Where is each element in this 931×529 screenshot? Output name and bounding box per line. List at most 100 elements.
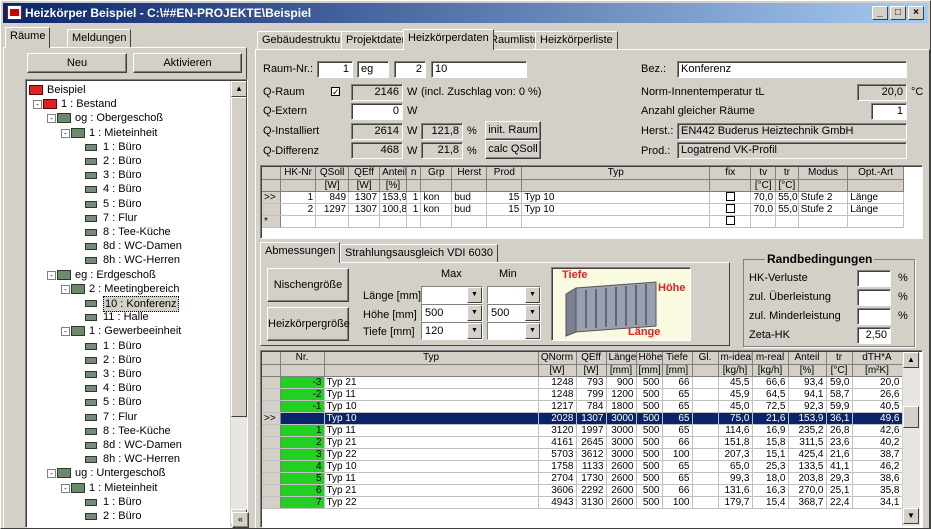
tree-node[interactable]: - 1 : Bestand xyxy=(27,97,227,111)
row-indicator[interactable] xyxy=(262,388,281,401)
list-cell[interactable]: 3612 xyxy=(576,448,607,461)
list-cell[interactable]: 133,5 xyxy=(788,460,827,473)
list-cell[interactable]: 25,1 xyxy=(826,484,853,497)
nischengroesse-button[interactable]: Nischengröße xyxy=(267,268,349,302)
hk-cell[interactable] xyxy=(486,215,523,228)
list-nr-cell[interactable]: 4 xyxy=(280,460,325,473)
list-cell[interactable]: 16,3 xyxy=(752,484,789,497)
list-cell[interactable]: 15,1 xyxy=(752,448,789,461)
list-cell[interactable]: 38,7 xyxy=(852,448,903,461)
minimize-button[interactable]: _ xyxy=(872,6,888,20)
list-cell[interactable]: 207,3 xyxy=(718,448,753,461)
tab-heizkörperdaten[interactable]: Heizkörperdaten xyxy=(403,29,494,50)
tiefe-max-select[interactable]: 120 ▼ xyxy=(421,322,483,340)
list-cell[interactable]: 4161 xyxy=(538,436,577,449)
hk-cell[interactable]: 15 xyxy=(486,203,523,216)
tree-expander-icon[interactable]: - xyxy=(61,128,70,138)
list-cell[interactable]: Typ 11 xyxy=(324,388,539,401)
list-cell[interactable]: 65,0 xyxy=(718,460,753,473)
hk-cell[interactable] xyxy=(420,215,453,228)
list-cell[interactable]: 65 xyxy=(662,460,693,473)
hk-cell[interactable] xyxy=(750,215,777,228)
list-nr-cell[interactable]: -3 xyxy=(280,376,325,389)
list-cell[interactable]: 45,9 xyxy=(718,388,753,401)
list-col-header[interactable]: Länge xyxy=(606,352,637,365)
list-cell[interactable]: 500 xyxy=(636,496,663,509)
list-col-header[interactable]: Tiefe xyxy=(662,352,693,365)
list-cell[interactable]: 2704 xyxy=(538,472,577,485)
tree-node[interactable]: 8 : Tee-Küche xyxy=(27,225,227,239)
list-cell[interactable]: 75,0 xyxy=(718,412,753,425)
list-cell[interactable]: 15,8 xyxy=(752,436,789,449)
table-row[interactable]: -1 Typ 10 1217 784 1800 500 65 45,0 72,5 92,3 59,9… xyxy=(262,400,903,413)
table-row[interactable]: 5 Typ 11 2704 1730 2600 500 65 99,3 18,0 203,8 29,… xyxy=(262,472,903,485)
hk-col-header[interactable]: Anteil xyxy=(379,167,407,180)
tree-node[interactable]: - 2 : Meetingbereich xyxy=(27,282,227,296)
list-cell[interactable]: 3000 xyxy=(606,436,637,449)
list-col-header[interactable]: Gl. xyxy=(692,352,719,365)
list-cell[interactable]: Typ 21 xyxy=(324,484,539,497)
list-cell[interactable]: Typ 10 xyxy=(324,400,539,413)
row-indicator[interactable] xyxy=(262,448,281,461)
radiator-list-table[interactable]: Nr. Typ QNorm QEff Länge Höhe Tiefe Gl. m-ideal m… xyxy=(262,352,903,509)
init-raum-button[interactable]: init. Raum xyxy=(485,121,541,140)
list-cell[interactable] xyxy=(692,388,719,401)
list-cell[interactable]: 59,9 xyxy=(826,400,853,413)
list-nr-cell[interactable]: 1 xyxy=(280,424,325,437)
list-cell[interactable]: 1200 xyxy=(606,388,637,401)
list-cell[interactable]: 59,0 xyxy=(826,376,853,389)
tree-node[interactable]: 2 : Büro xyxy=(27,353,227,367)
hk-cell[interactable]: Länge xyxy=(847,203,904,216)
hk-cell[interactable]: 1 xyxy=(280,191,317,204)
hk-cell[interactable]: 55,0 xyxy=(775,191,799,204)
hk-col-header[interactable]: QSoll xyxy=(315,167,350,180)
chevron-down-icon[interactable]: ▼ xyxy=(467,323,482,339)
fix-checkbox[interactable] xyxy=(709,191,752,204)
hk-cell[interactable]: 1 xyxy=(406,191,422,204)
new-button[interactable]: Neu xyxy=(27,53,127,73)
list-cell[interactable]: 784 xyxy=(576,400,607,413)
list-cell[interactable]: 65 xyxy=(662,400,693,413)
hk-cell[interactable]: kon xyxy=(420,203,453,216)
hk-cell[interactable]: kon xyxy=(420,191,453,204)
list-nr-cell[interactable]: 5 xyxy=(280,472,325,485)
hk-col-header[interactable]: fix xyxy=(709,167,752,180)
tree-expander-icon[interactable]: - xyxy=(47,270,56,280)
tree-scroll-up[interactable]: ▲ xyxy=(231,81,247,97)
list-cell[interactable]: 22,4 xyxy=(826,496,853,509)
list-cell[interactable]: Typ 21 xyxy=(324,436,539,449)
list-cell[interactable]: 100 xyxy=(662,448,693,461)
heizkoerpergroesse-button[interactable]: Heizkörpergröße xyxy=(267,307,350,341)
tree-node[interactable]: - eg : Erdgeschoß xyxy=(27,268,227,282)
list-cell[interactable]: 26,8 xyxy=(826,424,853,437)
list-cell[interactable]: 94,1 xyxy=(788,388,827,401)
tree-node[interactable]: 2 : Büro xyxy=(27,154,227,168)
hk-cell[interactable]: 100,8 xyxy=(379,203,407,216)
list-cell[interactable] xyxy=(692,448,719,461)
hk-cell[interactable] xyxy=(379,215,407,228)
list-cell[interactable]: 65 xyxy=(662,412,693,425)
chevron-down-icon[interactable]: ▼ xyxy=(525,305,540,321)
list-cell[interactable]: 18,0 xyxy=(752,472,789,485)
list-cell[interactable]: 153,9 xyxy=(788,412,827,425)
list-cell[interactable]: 93,4 xyxy=(788,376,827,389)
tree-node[interactable]: 8d : WC-Damen xyxy=(27,239,227,253)
hk-cell[interactable]: Typ 10 xyxy=(521,203,711,216)
list-cell[interactable]: 900 xyxy=(606,376,637,389)
list-cell[interactable]: 2600 xyxy=(606,484,637,497)
hk-col-header[interactable]: tv xyxy=(750,167,777,180)
list-cell[interactable]: 3606 xyxy=(538,484,577,497)
laenge-min-select[interactable]: ▼ xyxy=(487,286,541,304)
fix-checkbox[interactable] xyxy=(709,203,752,216)
hk-cell[interactable]: 2 xyxy=(280,203,317,216)
list-cell[interactable]: 799 xyxy=(576,388,607,401)
activate-button[interactable]: Aktivieren xyxy=(133,53,242,73)
hk-col-header[interactable]: QEff xyxy=(348,167,381,180)
hk-col-header[interactable]: tr xyxy=(775,167,799,180)
tab-raeume[interactable]: Räume xyxy=(5,27,51,48)
qextern-field[interactable]: 0 xyxy=(351,103,403,120)
list-cell[interactable]: 1248 xyxy=(538,376,577,389)
list-cell[interactable]: 15,4 xyxy=(752,496,789,509)
list-cell[interactable]: Typ 22 xyxy=(324,448,539,461)
list-cell[interactable] xyxy=(692,496,719,509)
